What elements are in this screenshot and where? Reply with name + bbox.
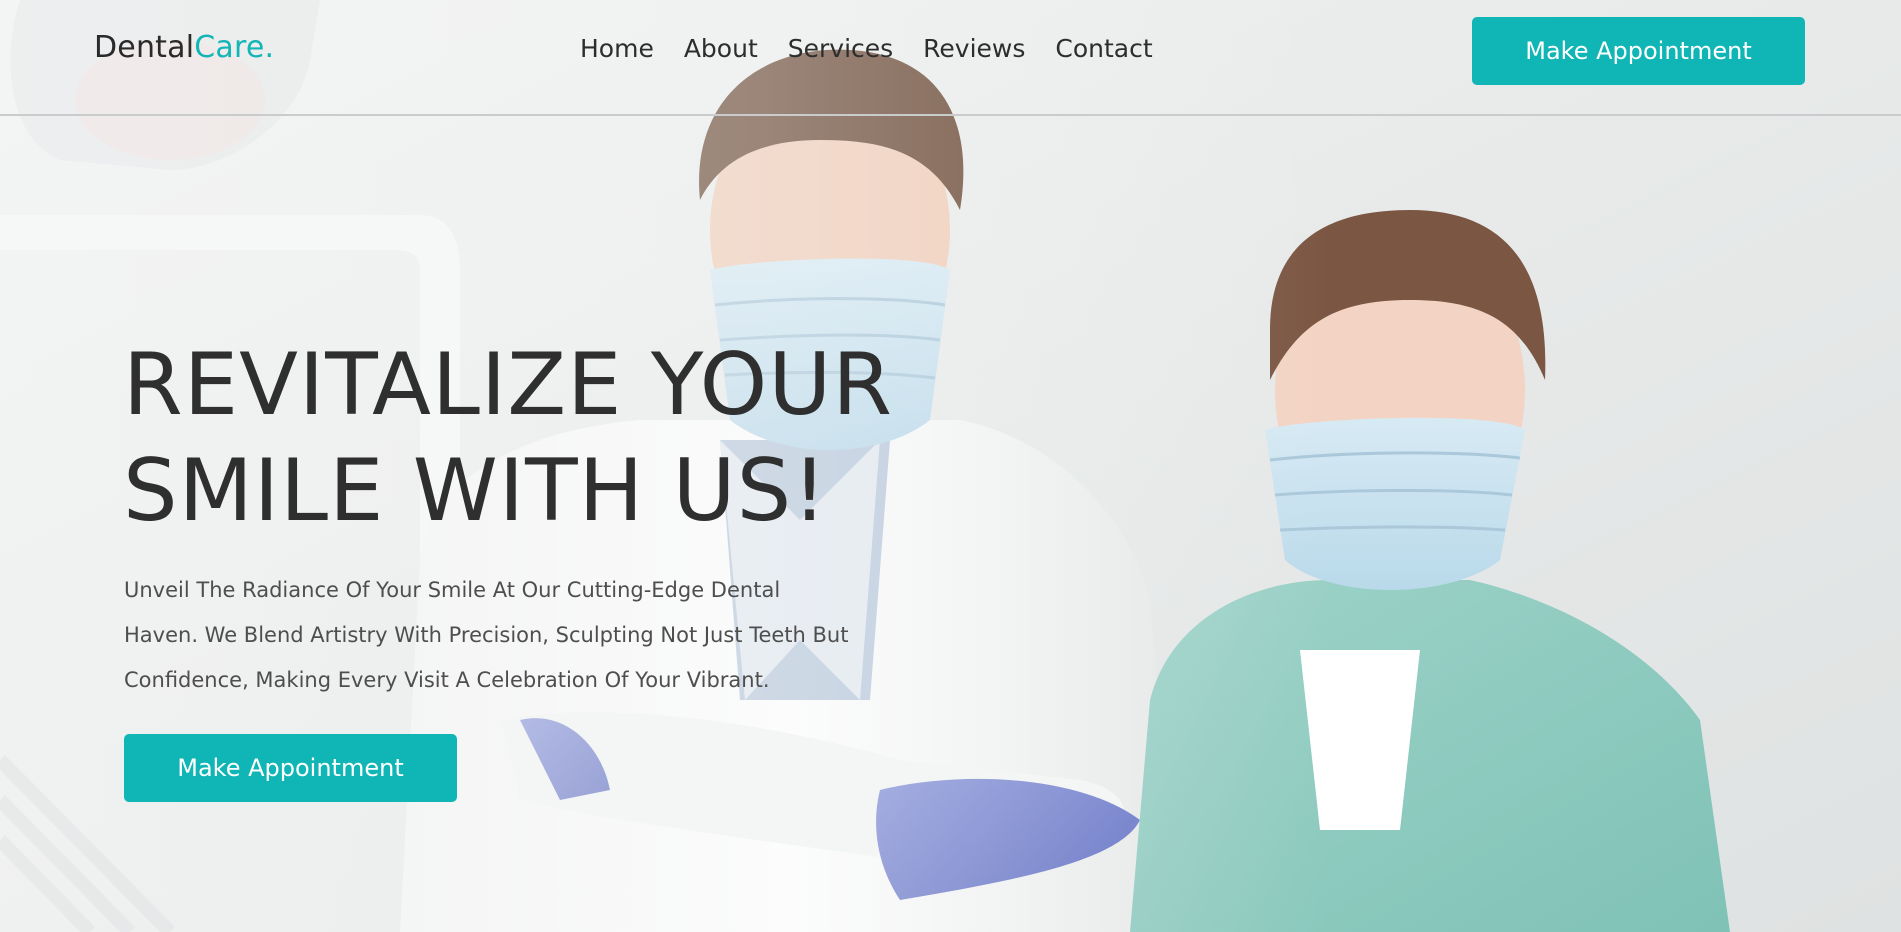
hero-description-line: Unveil The Radiance Of Your Smile At Our…	[124, 578, 781, 602]
hero-make-appointment-button[interactable]: Make Appointment	[124, 734, 457, 802]
nav-item-home[interactable]: Home	[580, 34, 654, 63]
main-nav: Home About Services Reviews Contact	[580, 34, 1153, 63]
nav-item-contact[interactable]: Contact	[1055, 34, 1152, 63]
nav-item-about[interactable]: About	[684, 34, 758, 63]
header-make-appointment-button[interactable]: Make Appointment	[1472, 17, 1805, 85]
hero-description: Unveil The Radiance Of Your Smile At Our…	[124, 568, 904, 703]
brand-name-primary: Dental	[94, 30, 195, 65]
hero-title-line: REVITALIZE YOUR	[123, 335, 894, 435]
site-header: DentalCare. Home About Services Reviews …	[0, 0, 1901, 116]
brand-name-accent: Care.	[194, 30, 275, 65]
hero-title: REVITALIZE YOUR SMILE WITH US!	[123, 332, 1003, 544]
hero-title-line: SMILE WITH US!	[123, 441, 828, 541]
landing-page: DentalCare. Home About Services Reviews …	[0, 0, 1901, 932]
nav-item-services[interactable]: Services	[788, 34, 893, 63]
hero-description-line: Confidence, Making Every Visit A Celebra…	[124, 668, 770, 692]
nav-item-reviews[interactable]: Reviews	[923, 34, 1025, 63]
brand-logo[interactable]: DentalCare.	[94, 30, 274, 65]
hero-description-line: Haven. We Blend Artistry With Precision,…	[124, 623, 849, 647]
